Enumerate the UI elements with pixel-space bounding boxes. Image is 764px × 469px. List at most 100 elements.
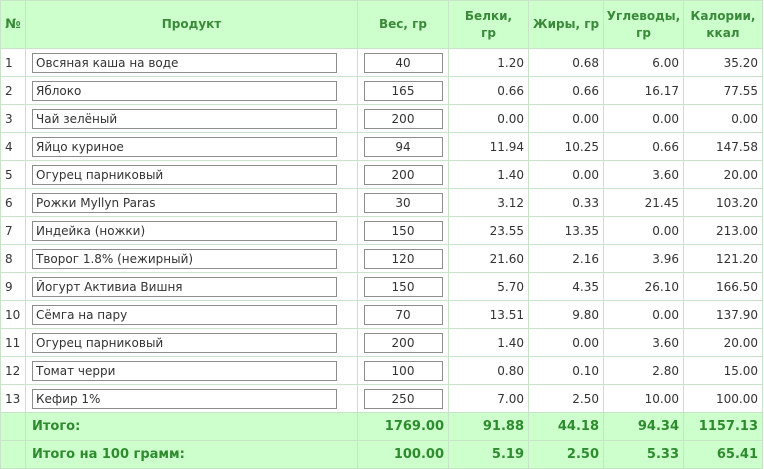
product-cell bbox=[25, 244, 358, 273]
product-cell bbox=[25, 160, 358, 189]
header-product: Продукт bbox=[25, 0, 358, 49]
weight-input[interactable] bbox=[363, 304, 443, 325]
fat-value: 0.00 bbox=[528, 160, 604, 189]
kcal-value: 166.50 bbox=[683, 272, 763, 301]
row-number: 8 bbox=[0, 244, 26, 273]
header-kcal-line1: Калории, bbox=[690, 8, 756, 23]
product-cell bbox=[25, 48, 358, 77]
fat-value: 4.35 bbox=[528, 272, 604, 301]
product-input[interactable] bbox=[32, 332, 337, 353]
weight-cell bbox=[357, 76, 449, 105]
header-kcal-line2: ккал bbox=[706, 25, 740, 40]
weight-input[interactable] bbox=[363, 136, 443, 157]
nutrition-table: № Продукт Вес, гр Белки, гр Жиры, гр Угле… bbox=[0, 0, 763, 469]
carbs-value: 0.00 bbox=[603, 216, 684, 245]
product-input[interactable] bbox=[32, 276, 337, 297]
weight-cell bbox=[357, 216, 449, 245]
kcal-value: 213.00 bbox=[683, 216, 763, 245]
table-row: 6 3.120.3321.45103.20 bbox=[0, 188, 763, 217]
weight-input[interactable] bbox=[363, 248, 443, 269]
table-row: 12 0.800.102.8015.00 bbox=[0, 356, 763, 385]
carbs-value: 3.96 bbox=[603, 244, 684, 273]
product-input[interactable] bbox=[32, 80, 337, 101]
fat-value: 13.35 bbox=[528, 216, 604, 245]
header-protein-line1: Белки, bbox=[464, 8, 513, 23]
kcal-value: 137.90 bbox=[683, 300, 763, 329]
product-input[interactable] bbox=[32, 108, 337, 129]
kcal-value: 20.00 bbox=[683, 160, 763, 189]
carbs-value: 26.10 bbox=[603, 272, 684, 301]
per100-carbs: 5.33 bbox=[603, 440, 684, 469]
row-number: 10 bbox=[0, 300, 26, 329]
product-input[interactable] bbox=[32, 136, 337, 157]
total-fat: 44.18 bbox=[528, 412, 604, 441]
protein-value: 7.00 bbox=[448, 384, 529, 413]
weight-input[interactable] bbox=[363, 52, 443, 73]
weight-cell bbox=[357, 272, 449, 301]
product-cell bbox=[25, 104, 358, 133]
kcal-value: 147.58 bbox=[683, 132, 763, 161]
product-input[interactable] bbox=[32, 304, 337, 325]
carbs-value: 16.17 bbox=[603, 76, 684, 105]
protein-value: 0.80 bbox=[448, 356, 529, 385]
weight-input[interactable] bbox=[363, 388, 443, 409]
weight-input[interactable] bbox=[363, 80, 443, 101]
product-cell bbox=[25, 188, 358, 217]
carbs-value: 3.60 bbox=[603, 328, 684, 357]
kcal-value: 103.20 bbox=[683, 188, 763, 217]
per100-fat: 2.50 bbox=[528, 440, 604, 469]
product-input[interactable] bbox=[32, 164, 337, 185]
protein-value: 11.94 bbox=[448, 132, 529, 161]
weight-input[interactable] bbox=[363, 276, 443, 297]
product-input[interactable] bbox=[32, 388, 337, 409]
weight-input[interactable] bbox=[363, 192, 443, 213]
header-num: № bbox=[0, 0, 26, 49]
header-kcal: Калории, ккал bbox=[683, 0, 763, 49]
table-row: 13 7.002.5010.00100.00 bbox=[0, 384, 763, 413]
product-input[interactable] bbox=[32, 220, 337, 241]
weight-input[interactable] bbox=[363, 220, 443, 241]
kcal-value: 35.20 bbox=[683, 48, 763, 77]
product-input[interactable] bbox=[32, 248, 337, 269]
carbs-value: 0.66 bbox=[603, 132, 684, 161]
fat-value: 0.68 bbox=[528, 48, 604, 77]
product-input[interactable] bbox=[32, 52, 337, 73]
protein-value: 3.12 bbox=[448, 188, 529, 217]
carbs-value: 0.00 bbox=[603, 300, 684, 329]
header-row: № Продукт Вес, гр Белки, гр Жиры, гр Угле… bbox=[0, 0, 763, 49]
protein-value: 5.70 bbox=[448, 272, 529, 301]
weight-cell bbox=[357, 384, 449, 413]
kcal-value: 0.00 bbox=[683, 104, 763, 133]
weight-input[interactable] bbox=[363, 108, 443, 129]
total-row: Итого: 1769.00 91.88 44.18 94.34 1157.13 bbox=[0, 412, 763, 441]
protein-value: 1.40 bbox=[448, 328, 529, 357]
weight-input[interactable] bbox=[363, 332, 443, 353]
fat-value: 0.10 bbox=[528, 356, 604, 385]
carbs-value: 21.45 bbox=[603, 188, 684, 217]
per100-protein: 5.19 bbox=[448, 440, 529, 469]
product-cell bbox=[25, 76, 358, 105]
row-number: 13 bbox=[0, 384, 26, 413]
row-number: 11 bbox=[0, 328, 26, 357]
fat-value: 9.80 bbox=[528, 300, 604, 329]
carbs-value: 3.60 bbox=[603, 160, 684, 189]
fat-value: 10.25 bbox=[528, 132, 604, 161]
table-row: 4 11.9410.250.66147.58 bbox=[0, 132, 763, 161]
kcal-value: 100.00 bbox=[683, 384, 763, 413]
total-weight: 1769.00 bbox=[357, 412, 449, 441]
product-cell bbox=[25, 216, 358, 245]
table-row: 5 1.400.003.6020.00 bbox=[0, 160, 763, 189]
product-input[interactable] bbox=[32, 192, 337, 213]
weight-cell bbox=[357, 356, 449, 385]
per100-kcal: 65.41 bbox=[683, 440, 763, 469]
product-cell bbox=[25, 272, 358, 301]
weight-input[interactable] bbox=[363, 360, 443, 381]
header-carbs-line1: Углеводы, bbox=[606, 8, 681, 23]
weight-cell bbox=[357, 300, 449, 329]
product-input[interactable] bbox=[32, 360, 337, 381]
protein-value: 1.40 bbox=[448, 160, 529, 189]
per100-weight: 100.00 bbox=[357, 440, 449, 469]
weight-cell bbox=[357, 104, 449, 133]
total-carbs: 94.34 bbox=[603, 412, 684, 441]
weight-input[interactable] bbox=[363, 164, 443, 185]
